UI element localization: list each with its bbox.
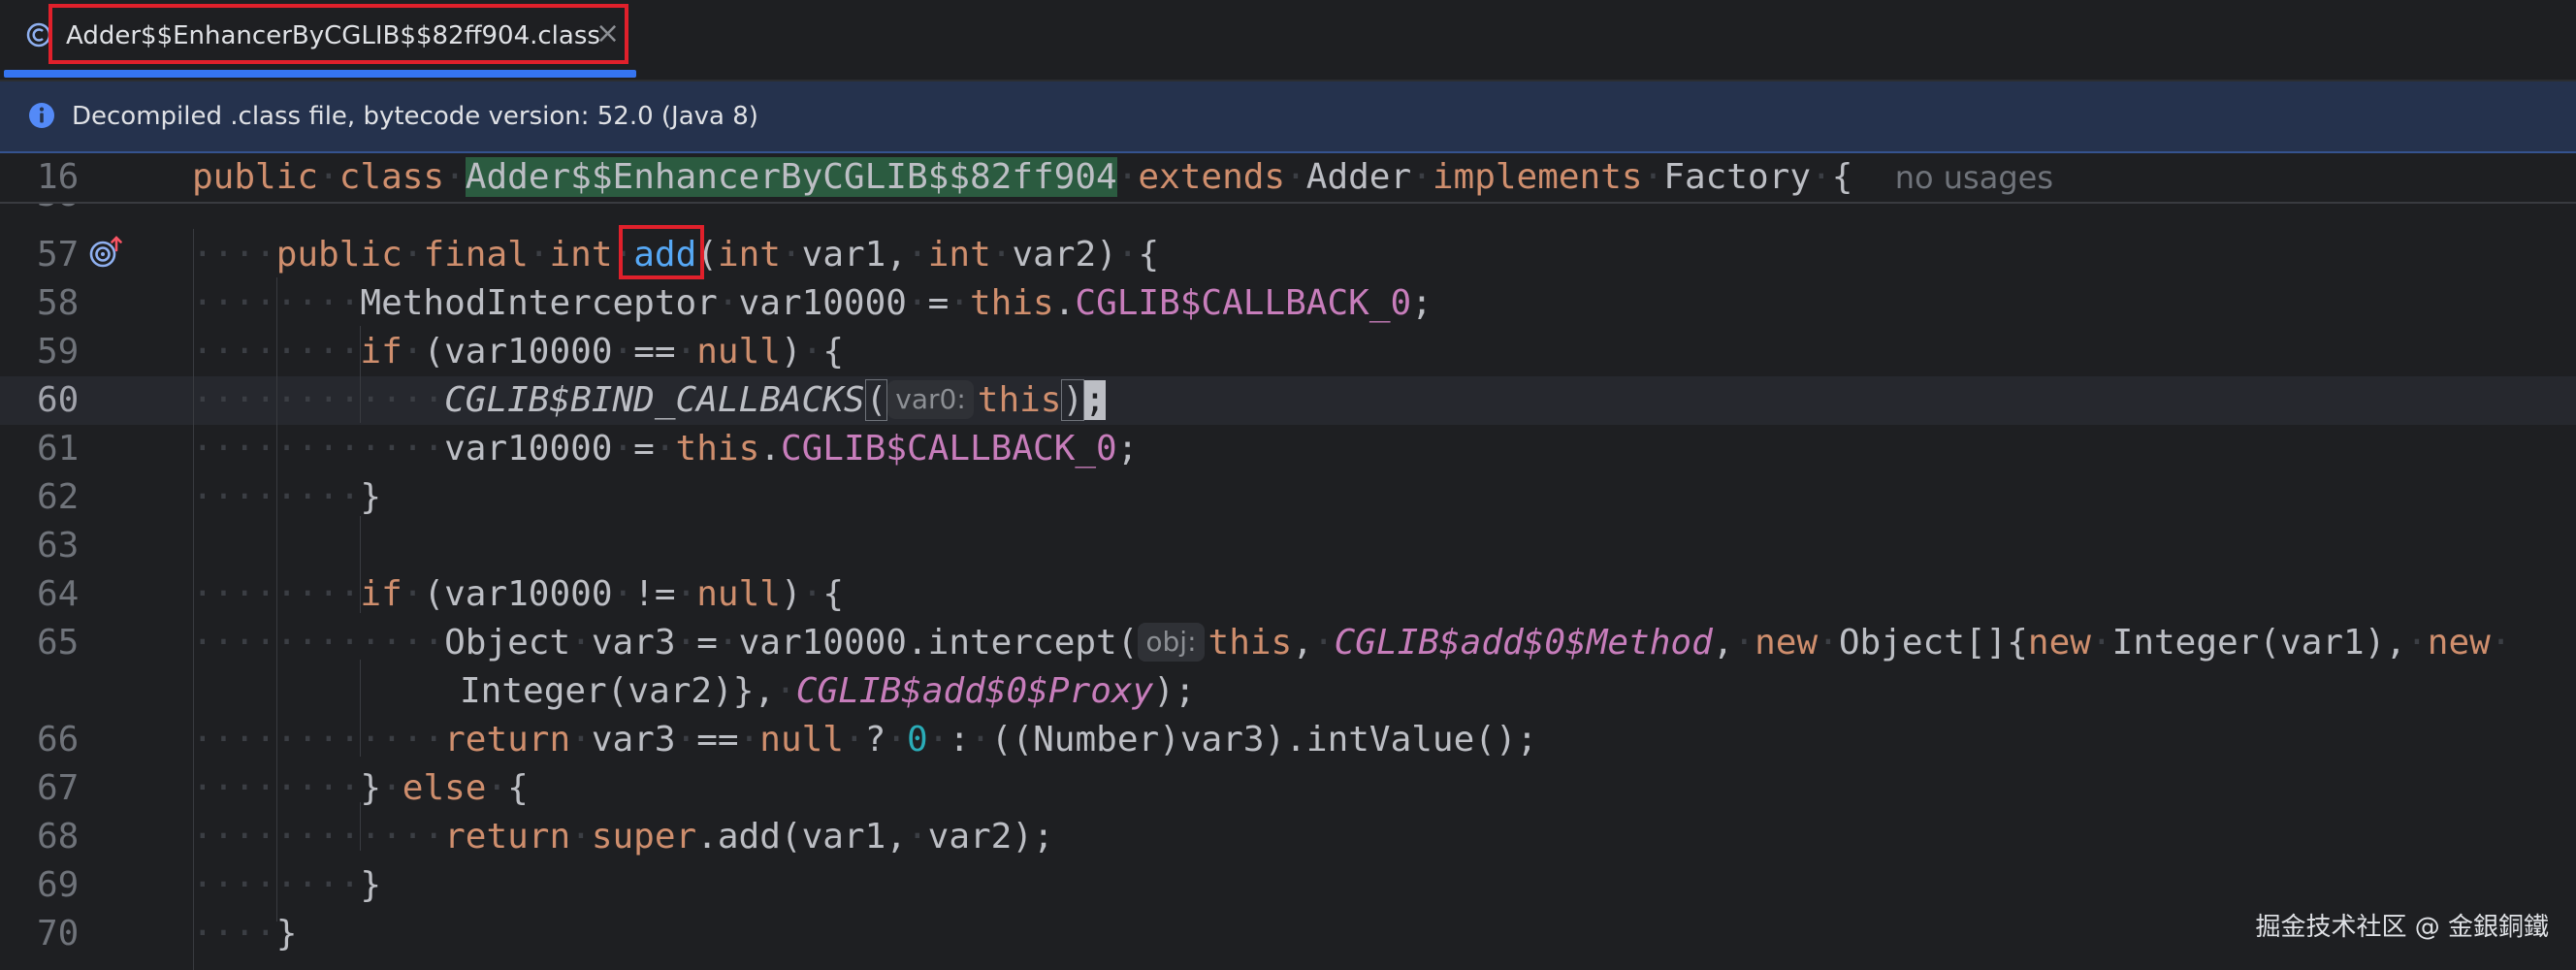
code-line[interactable]: ············return·var3·==·null·?·0·:·((… (192, 716, 1537, 764)
line-number: 16 (37, 157, 80, 197)
decompiled-info-banner: Decompiled .class file, bytecode version… (0, 81, 2576, 153)
line-number: 70 (37, 914, 80, 954)
text-caret: ; (1084, 380, 1106, 420)
code-line[interactable]: ····} (192, 910, 297, 958)
class-name-highlight: Adder$$EnhancerByCGLIB$$82ff904 (465, 157, 1117, 197)
active-tab-indicator (4, 70, 636, 78)
parameter-hint: var0: (887, 380, 974, 419)
parameter-hint: obj: (1138, 623, 1205, 662)
annotation-box-tab (48, 4, 628, 64)
code-line[interactable]: ········}·else·{ (192, 764, 529, 813)
line-number: 61 (37, 429, 80, 469)
code-line[interactable]: ············return·super.add(var1,·var2)… (192, 813, 1054, 861)
code-line-current[interactable]: ············CGLIB$BIND_CALLBACKS(var0: th… (192, 376, 1106, 425)
annotation-box-add (619, 225, 704, 279)
code-line[interactable]: ········} (192, 861, 381, 910)
watermark: 掘金技术社区 @ 金銀銅鐵 (2255, 913, 2549, 942)
code-line[interactable]: ········if·(var10000·!=·null)·{ (192, 570, 844, 619)
line-number-current: 60 (37, 380, 80, 420)
code-line[interactable]: ········if·(var10000·==·null)·{ (192, 328, 844, 376)
info-icon (29, 103, 54, 128)
code-line[interactable]: ········} (192, 473, 381, 522)
hidden-line-peek: 38 (0, 204, 2576, 221)
code-line[interactable]: ············Object·var3·=·var10000.inter… (192, 619, 2511, 667)
line-number: 57 (37, 235, 80, 275)
usages-hint[interactable]: no usages (1895, 159, 2053, 196)
line-number: 67 (37, 768, 80, 808)
code-line[interactable]: ········MethodInterceptor·var10000·=·thi… (192, 279, 1433, 328)
banner-text: Decompiled .class file, bytecode version… (72, 102, 758, 131)
line-number: 62 (37, 477, 80, 517)
line-number: 58 (37, 283, 80, 323)
line-number: 63 (37, 526, 80, 566)
line-number: 59 (37, 332, 80, 372)
line-number: 64 (37, 574, 80, 614)
line-number: 69 (37, 865, 80, 905)
code-line-wrapped[interactable]: Integer(var2)},·CGLIB$add$0$Proxy); (460, 667, 1196, 716)
code-editor[interactable]: 16 public·class·Adder$$EnhancerByCGLIB$$… (0, 153, 2576, 970)
line-number: 65 (37, 623, 80, 663)
line-number: 68 (37, 817, 80, 857)
sticky-class-header[interactable]: 16 public·class·Adder$$EnhancerByCGLIB$$… (0, 153, 2576, 204)
line-number: 66 (37, 720, 80, 760)
editor-tab-adder-class[interactable]: Adder$$EnhancerByCGLIB$$82ff904.class × (0, 0, 634, 76)
code-line-class-declaration: public·class·Adder$$EnhancerByCGLIB$$82f… (192, 157, 2053, 197)
editor-tab-bar: Adder$$EnhancerByCGLIB$$82ff904.class × (0, 0, 2576, 81)
code-line[interactable]: ············var10000·=·this.CGLIB$CALLBA… (192, 425, 1138, 473)
